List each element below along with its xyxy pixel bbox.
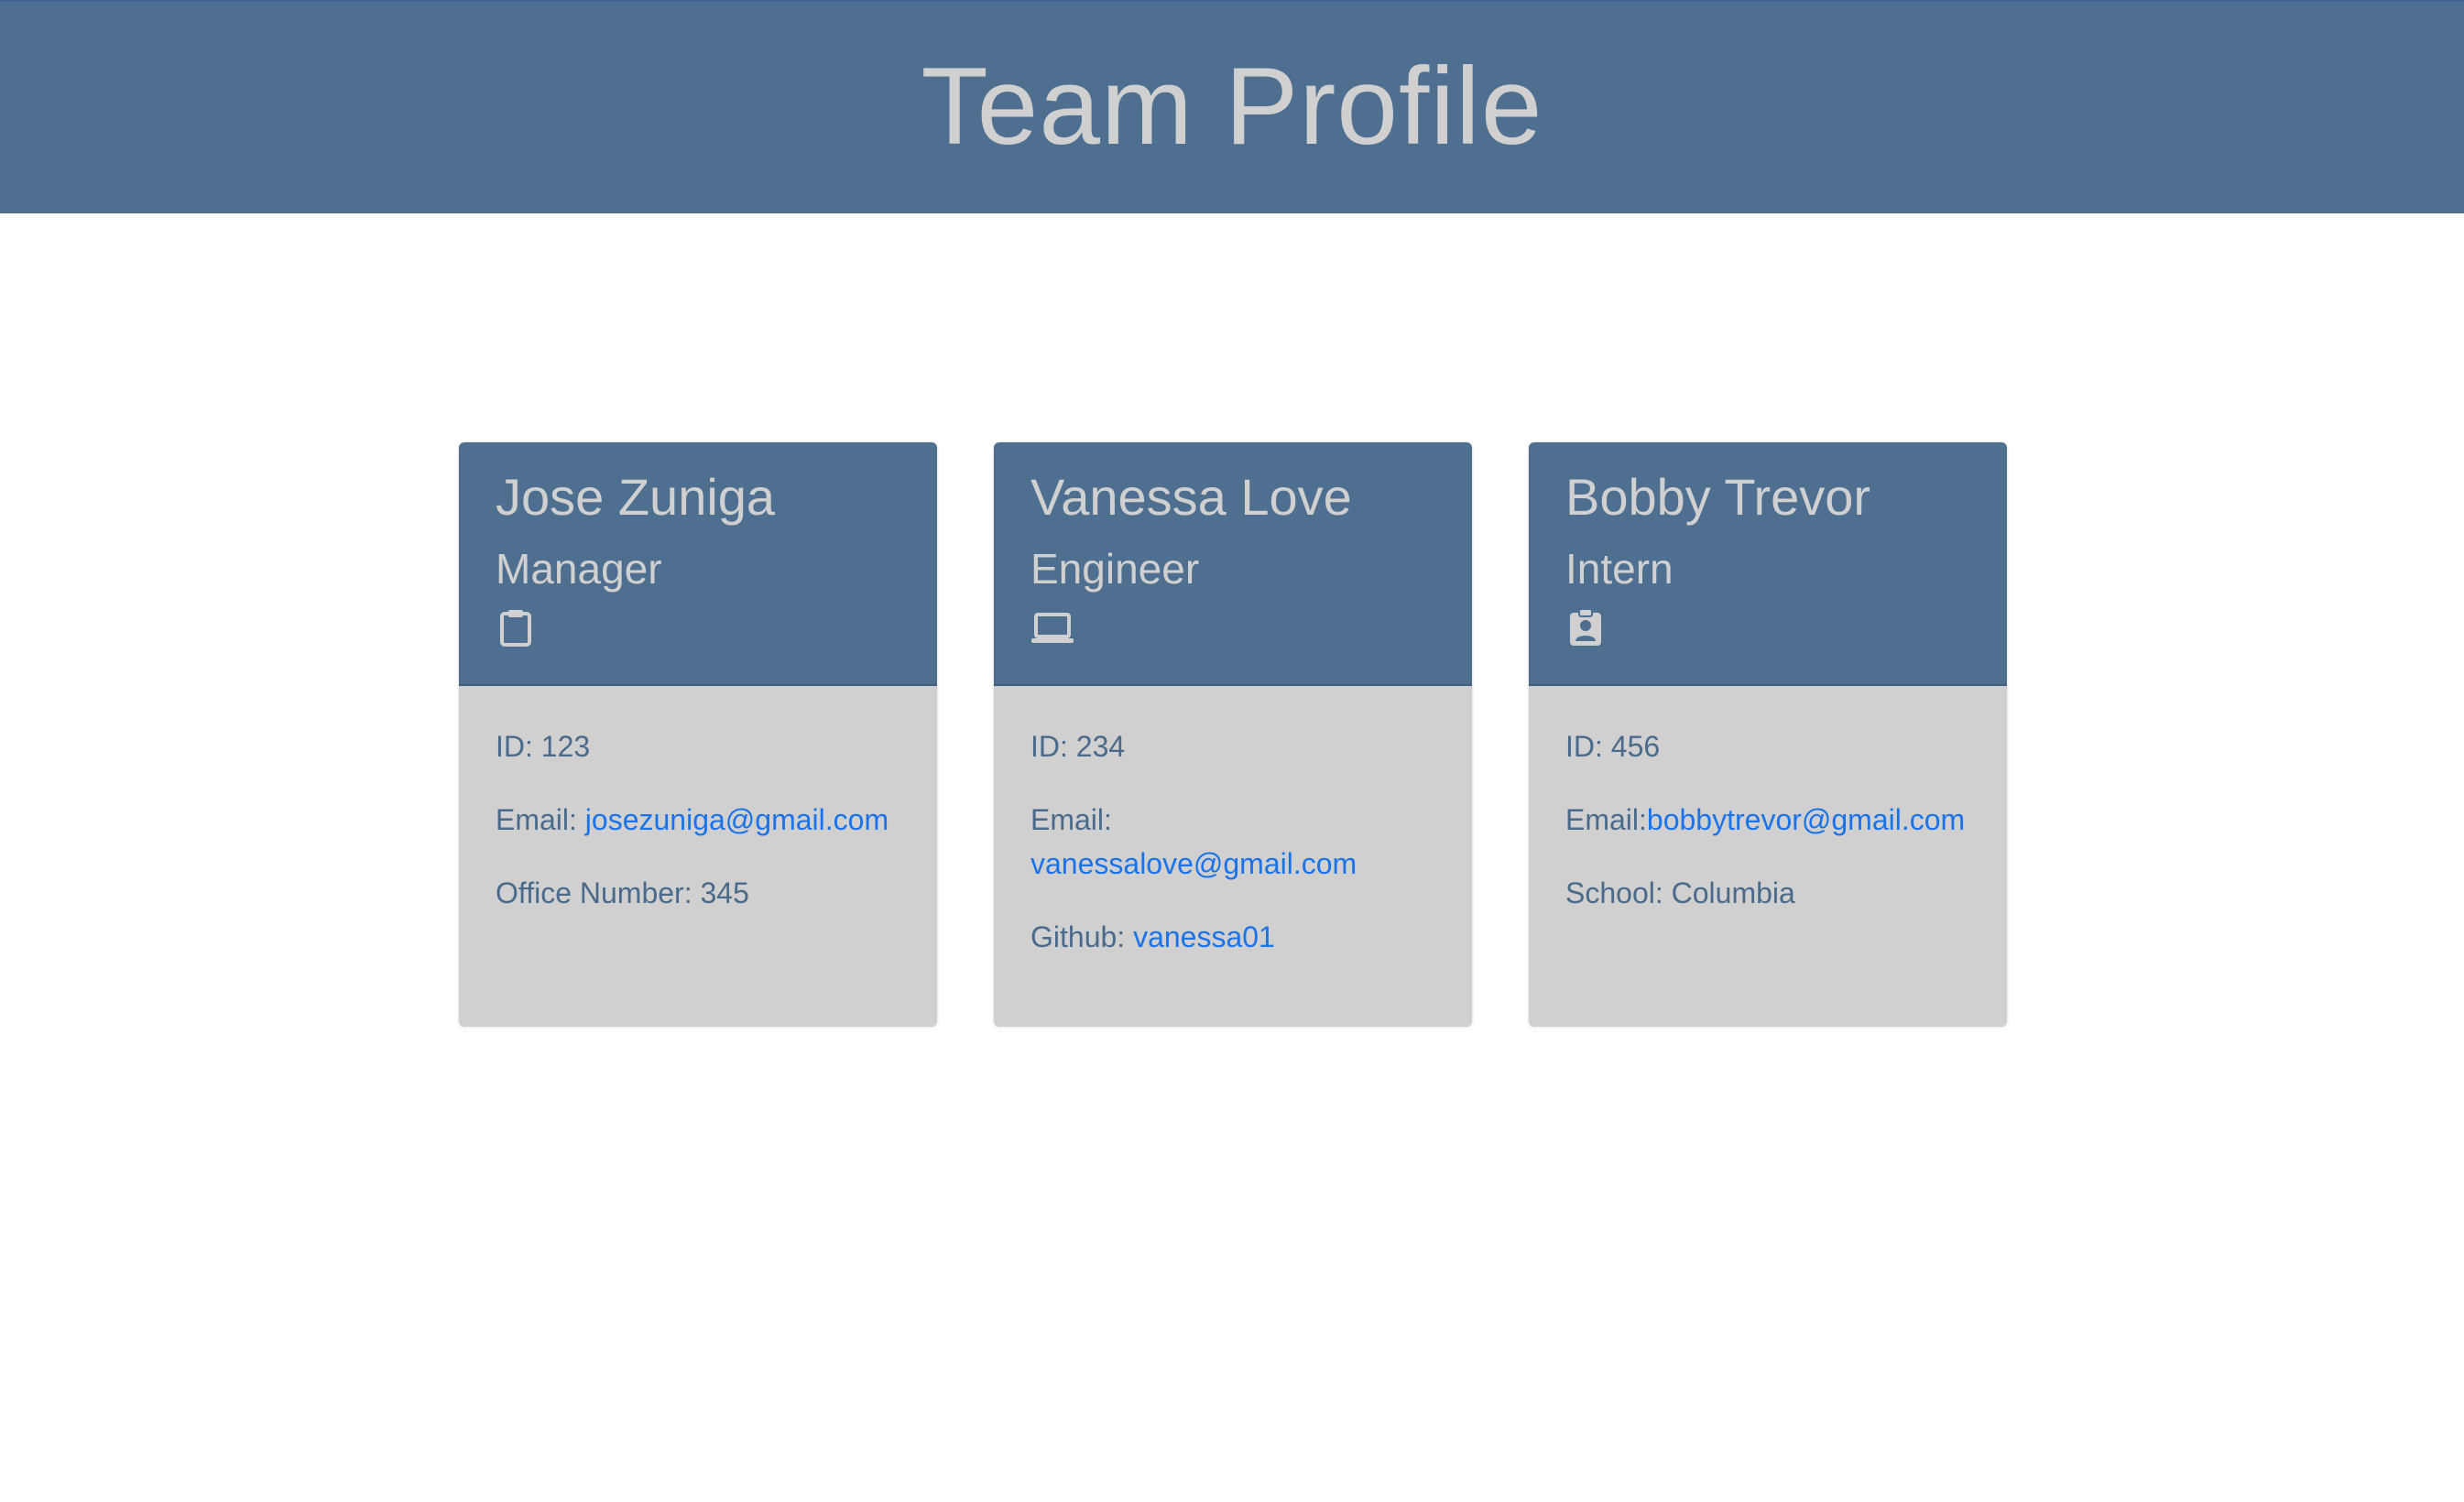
github-label: Github:	[1030, 920, 1134, 953]
employee-card-intern: Bobby Trevor Intern ID: 456 Email:bobbyt…	[1529, 442, 2007, 1027]
card-header: Jose Zuniga Manager	[459, 442, 937, 686]
page-header: Team Profile	[0, 0, 2464, 213]
email-label: Email:	[496, 803, 585, 836]
employee-email-row: Email: josezuniga@gmail.com	[496, 798, 900, 842]
email-label: Email:	[1030, 803, 1112, 836]
employee-name: Bobby Trevor	[1565, 468, 1871, 526]
github-link[interactable]: vanessa01	[1133, 920, 1275, 953]
email-label: Email:	[1565, 803, 1647, 836]
employee-name: Vanessa Love	[1030, 468, 1352, 526]
card-header: Vanessa Love Engineer	[994, 442, 1472, 686]
employee-id: ID: 456	[1565, 730, 1661, 763]
employee-id: ID: 234	[1030, 730, 1126, 763]
card-body: ID: 456 Email:bobbytrevor@gmail.com Scho…	[1529, 686, 2007, 915]
school: School: Columbia	[1565, 876, 1795, 909]
email-link[interactable]: vanessalove@gmail.com	[1030, 847, 1357, 880]
laptop-icon	[1030, 607, 1074, 648]
employee-id: ID: 123	[496, 730, 591, 763]
card-body: ID: 123 Email: josezuniga@gmail.com Offi…	[459, 686, 937, 915]
employee-email-row: Email:bobbytrevor@gmail.com	[1565, 798, 1970, 842]
clipboard-icon	[496, 607, 536, 648]
employee-role: Engineer	[1030, 545, 1200, 593]
card-body: ID: 234 Email: vanessalove@gmail.com Git…	[994, 686, 1472, 959]
employee-card-manager: Jose Zuniga Manager ID: 123 Email: josez…	[459, 442, 937, 1027]
employee-role: Intern	[1565, 545, 1674, 593]
page-title: Team Profile	[921, 44, 1543, 168]
id-badge-icon	[1565, 607, 1606, 648]
email-link[interactable]: josezuniga@gmail.com	[585, 803, 889, 836]
github-row: Github: vanessa01	[1030, 915, 1435, 959]
employee-name: Jose Zuniga	[496, 468, 776, 526]
employee-role: Manager	[496, 545, 662, 593]
card-header: Bobby Trevor Intern	[1529, 442, 2007, 686]
employee-card-engineer: Vanessa Love Engineer ID: 234 Email: van…	[994, 442, 1472, 1027]
email-link[interactable]: bobbytrevor@gmail.com	[1647, 803, 1965, 836]
office-number: Office Number: 345	[496, 876, 749, 909]
employee-email-row: Email: vanessalove@gmail.com	[1030, 798, 1435, 886]
